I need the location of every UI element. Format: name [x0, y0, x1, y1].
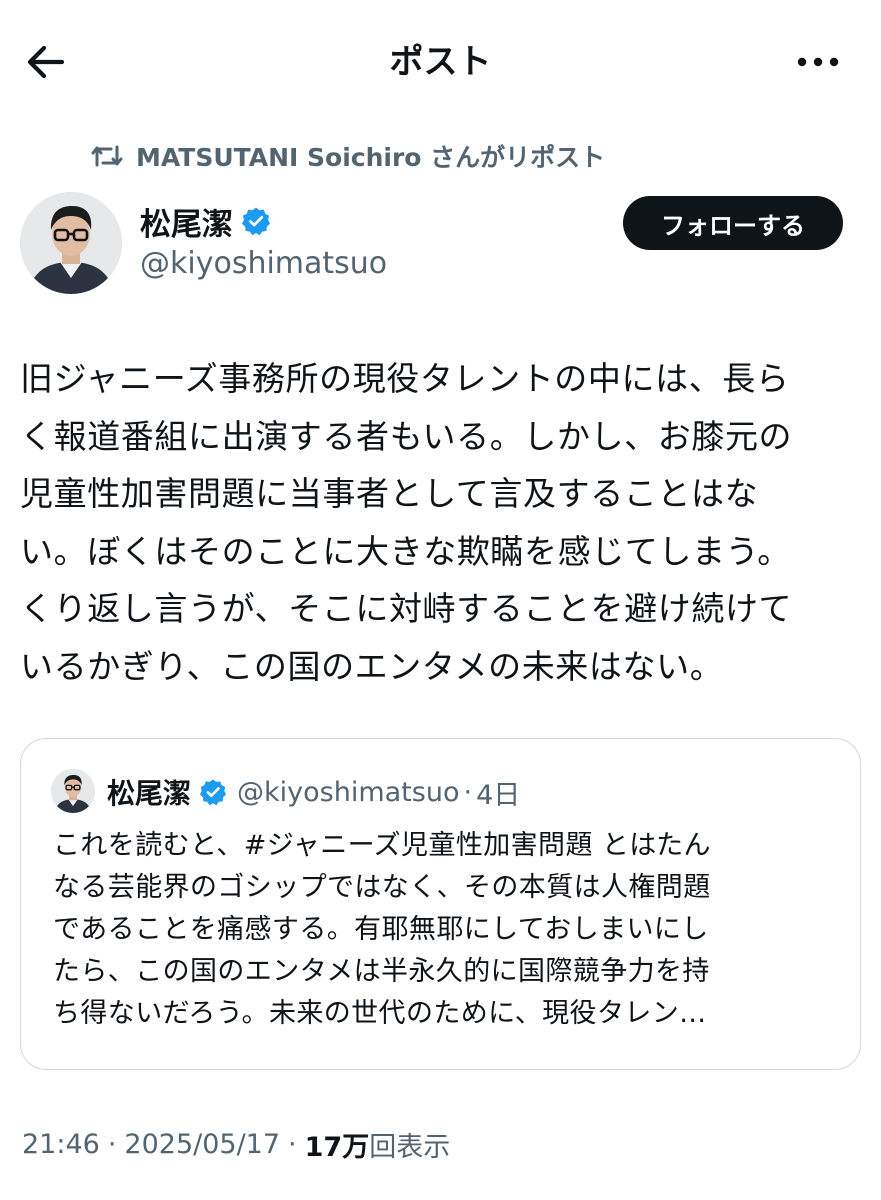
post-text-line: 児童性加害問題に当事者として言及することはな	[20, 474, 759, 514]
quoted-author-handle: @kiyoshimatsuo	[237, 776, 460, 808]
quoted-author-avatar	[51, 769, 95, 813]
top-bar: ポスト	[0, 0, 881, 120]
author-name-row[interactable]: 松尾潔	[140, 200, 271, 243]
more-horizontal-icon	[797, 57, 839, 67]
quoted-author-name: 松尾潔	[107, 777, 192, 810]
post-text-line: くり返し言うが、そこに対峙することを避け続けて	[20, 589, 793, 629]
avatar-photo	[20, 192, 122, 294]
view-count-label: 回表示	[369, 1131, 451, 1163]
verified-badge-icon	[241, 206, 271, 236]
author-handle[interactable]: @kiyoshimatsuo	[140, 244, 387, 284]
quoted-post-text: これを読むと、#ジャニーズ児童性加害問題 とはたん なる芸能界のゴシップではなく…	[53, 825, 853, 1035]
post-time[interactable]: 21:46	[22, 1129, 100, 1160]
post-metadata: 21:46 · 2025/05/17 · 17万 回表示	[22, 1122, 450, 1166]
quoted-post-card[interactable]: 松尾潔 @kiyoshimatsuo · 4日 これを読むと、#ジャニーズ児童性…	[20, 738, 861, 1070]
post-text-line: い。ぼくはそのことに大きな欺瞞を感じてしまう。	[20, 531, 791, 571]
post-text-line: 旧ジャニーズ事務所の現役タレントの中には、長ら	[20, 359, 790, 398]
author-avatar[interactable]	[20, 192, 122, 294]
quoted-text-line: ち得ないだろう。未来の世代のために、現役タレン…	[53, 998, 707, 1029]
quoted-text-line: であることを痛感する。有耶無耶にしておしまいにし	[53, 914, 709, 945]
quoted-post-header: 松尾潔 @kiyoshimatsuo · 4日	[107, 771, 520, 813]
quoted-text-line: なる芸能界のゴシップではなく、その本質は人権問題	[53, 872, 711, 903]
post-text-line: く報道番組に出演する者もいる。しかし、お膝元の	[20, 416, 793, 456]
more-options-button[interactable]	[792, 38, 844, 86]
verified-badge-icon	[199, 778, 227, 806]
post-date[interactable]: 2025/05/17	[124, 1129, 280, 1160]
author-name: 松尾潔	[140, 206, 233, 243]
meta-separator: ·	[288, 1128, 297, 1160]
quoted-text-line: これを読むと、#ジャニーズ児童性加害問題 とはたん	[53, 830, 711, 861]
view-count: 17万	[304, 1131, 370, 1163]
follow-button[interactable]: フォローする	[623, 196, 843, 250]
quoted-post-time: 4日	[476, 779, 521, 811]
repost-text: MATSUTANI Soichiro さんがリポスト	[136, 143, 606, 172]
repost-indicator[interactable]: MATSUTANI Soichiro さんがリポスト	[90, 136, 605, 176]
meta-separator: ·	[107, 1128, 117, 1160]
repost-icon	[91, 145, 123, 167]
page-title: ポスト	[389, 42, 492, 82]
avatar-photo	[51, 769, 95, 813]
post-text-line: いるかぎり、この国のエンタメの未来はない。	[20, 646, 724, 686]
quoted-text-line: たら、この国のエンタメは半永久的に国際競争力を持	[53, 956, 710, 987]
post-text: 旧ジャニーズ事務所の現役タレントの中には、長ら く報道番組に出演する者もいる。し…	[20, 350, 865, 696]
quoted-time-separator: ·	[463, 776, 473, 808]
